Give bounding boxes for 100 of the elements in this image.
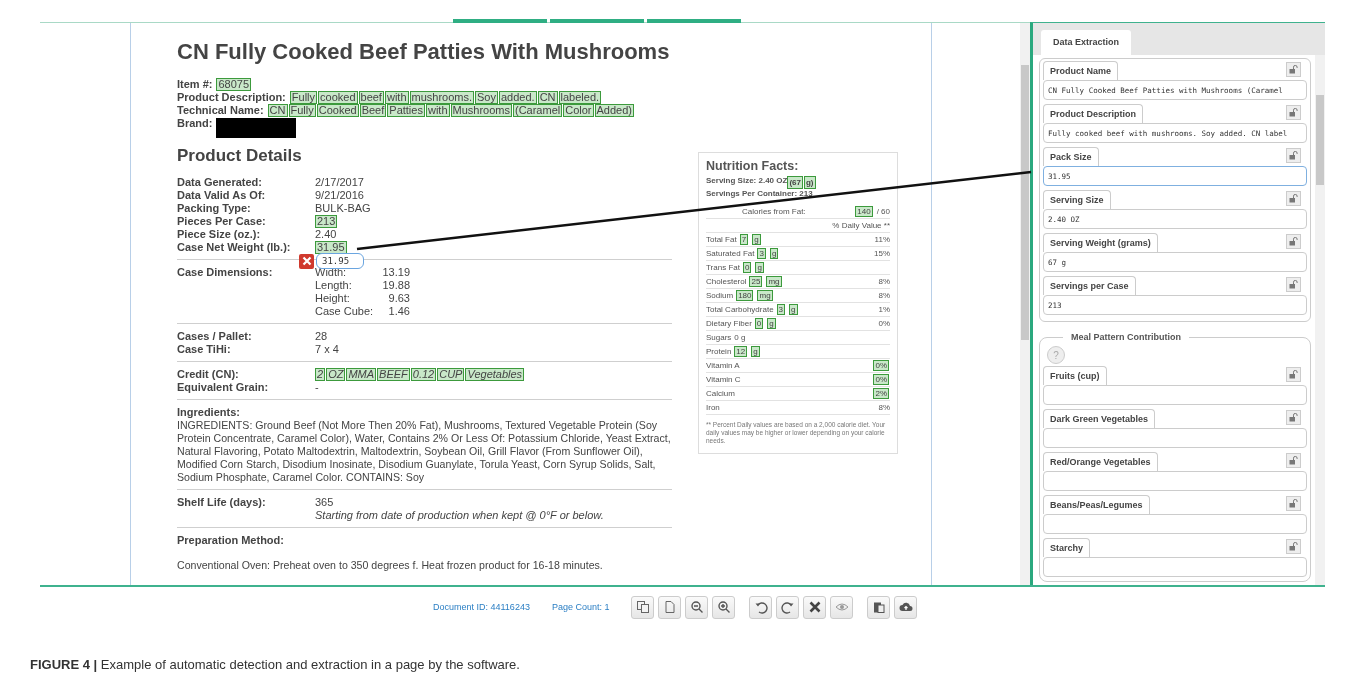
field-label: Starchy xyxy=(1043,538,1091,557)
lock-button[interactable] xyxy=(1286,496,1301,511)
nutrient-name: Total Fat xyxy=(706,235,737,244)
lock-button[interactable] xyxy=(1286,62,1301,77)
lock-button[interactable] xyxy=(1286,410,1301,425)
field-label: Packing Type: xyxy=(177,202,252,215)
dimension-label: Length: xyxy=(315,279,353,292)
detected-word: cooked xyxy=(318,91,358,104)
close-icon xyxy=(301,256,312,266)
detected-word: Mushrooms xyxy=(450,104,512,117)
field-label: Brand: xyxy=(177,117,213,130)
detected-word: g xyxy=(769,248,779,259)
detected-word: 140 xyxy=(855,206,873,217)
lock-button[interactable] xyxy=(1286,234,1301,249)
detected-word: labeled. xyxy=(558,91,602,104)
nutrient-name: Iron xyxy=(706,403,720,412)
lock-button[interactable] xyxy=(1286,148,1301,163)
input-field[interactable] xyxy=(1043,514,1307,534)
dimension-label: Case Cube: xyxy=(315,305,375,318)
detected-word: 0.12 xyxy=(410,368,437,381)
daily-value: 11% xyxy=(874,235,890,244)
scrollbar[interactable] xyxy=(1315,55,1325,585)
lock-button[interactable] xyxy=(1286,539,1301,554)
field-label: Cases / Pallet: xyxy=(177,330,253,343)
lock-button[interactable] xyxy=(1286,453,1301,468)
field-label: Product Description xyxy=(1043,104,1143,123)
field-label: Piece Size (oz.): xyxy=(177,228,262,241)
field-label: Beans/Peas/Legumes xyxy=(1043,495,1150,514)
field-label: Dark Green Vegetables xyxy=(1043,409,1156,428)
document-title: CN Fully Cooked Beef Patties With Mushrooms xyxy=(177,39,671,65)
detected-word: CN xyxy=(267,104,288,117)
detected-word: Added) xyxy=(594,104,634,117)
nutrient-name: Total Carbohydrate xyxy=(706,305,774,314)
field-label: Credit (CN): xyxy=(177,368,240,381)
page-button[interactable] xyxy=(658,595,682,619)
daily-value: 8% xyxy=(878,277,890,286)
detected-word: Patties xyxy=(387,104,425,117)
input-field[interactable] xyxy=(1043,471,1307,491)
undo-button[interactable] xyxy=(749,595,773,619)
field-label: Ingredients: xyxy=(177,406,241,419)
field-value: 213 xyxy=(315,215,338,228)
input-field[interactable] xyxy=(1043,557,1307,577)
field-value: 9/21/2016 xyxy=(315,189,364,202)
field-label: Equivalent Grain: xyxy=(177,381,270,394)
nutrient-name: Dietary Fiber xyxy=(706,319,752,328)
detected-word: 12 xyxy=(734,346,748,357)
detected-word: mushrooms. xyxy=(409,91,475,104)
nutrient-name: Saturated Fat xyxy=(706,249,755,258)
copy-button[interactable] xyxy=(631,595,655,619)
dimension-value: 13.19 xyxy=(381,266,410,279)
value-input-field[interactable]: 31.95 xyxy=(316,253,364,269)
field-value: 2/17/2017 xyxy=(315,176,364,189)
close-icon xyxy=(807,600,822,614)
field-label: Case Net Weight (lb.): xyxy=(177,241,292,254)
redo-button[interactable] xyxy=(776,595,800,619)
group-legend: Meal Pattern Contribution xyxy=(1063,332,1189,342)
dimension-value: 1.46 xyxy=(387,305,410,318)
zoom-out-button[interactable] xyxy=(685,595,709,619)
page-count: Page Count: 1 xyxy=(551,602,610,612)
field-label: Fruits (cup) xyxy=(1043,366,1107,385)
detected-word: 7 xyxy=(739,234,749,245)
scrollbar[interactable] xyxy=(1020,23,1030,585)
paste-button[interactable] xyxy=(867,595,891,619)
zoom-in-button[interactable] xyxy=(712,595,736,619)
delete-button[interactable] xyxy=(803,595,827,619)
panel-tab[interactable]: Data Extraction xyxy=(1041,30,1132,55)
dimension-label: Height: xyxy=(315,292,351,305)
field-label: Product Description: xyxy=(177,91,286,104)
figure-caption: FIGURE 4 | Example of automatic detection and extraction in a page by the software. xyxy=(30,657,521,672)
document-id: Document ID: 44116243 xyxy=(433,602,530,612)
lock-button[interactable] xyxy=(1286,191,1301,206)
nutrient-name: Protein xyxy=(706,347,732,356)
lock-button[interactable] xyxy=(1286,277,1301,292)
upload-button[interactable] xyxy=(894,595,918,619)
detected-word: g xyxy=(752,234,761,245)
reject-button[interactable] xyxy=(299,253,314,269)
padlock-icon xyxy=(1289,413,1298,422)
lock-button[interactable] xyxy=(1286,105,1301,120)
field-value: 365 xyxy=(315,496,334,509)
detected-word: g xyxy=(789,304,798,315)
field-label: Servings per Case xyxy=(1043,276,1136,295)
paragraph-text: Conventional Oven: Preheat oven to 350 degrees f. Heat frozen product for 16-18 minutes. xyxy=(177,559,604,572)
daily-value: 0% xyxy=(878,319,890,328)
copy-icon xyxy=(635,600,650,614)
detected-word: 25 xyxy=(749,276,763,287)
lock-button[interactable] xyxy=(1286,367,1301,382)
padlock-icon xyxy=(1289,151,1298,160)
nutrient-name: Vitamin A xyxy=(706,361,740,370)
input-field[interactable] xyxy=(1043,385,1307,405)
daily-value: 15% xyxy=(874,249,890,258)
detected-word: OZ xyxy=(326,368,346,381)
detected-word: with xyxy=(425,104,450,117)
input-field[interactable] xyxy=(1043,428,1307,448)
field-label: Red/Orange Vegetables xyxy=(1043,452,1158,471)
detected-word: g) xyxy=(803,176,816,189)
dimension-label: Width: xyxy=(315,266,348,279)
field-value: 2.40 xyxy=(315,228,337,241)
nutrient-name: Vitamin C xyxy=(706,375,741,384)
nutrient-value: / 60 xyxy=(876,207,890,216)
detected-word: 0 xyxy=(754,318,764,329)
